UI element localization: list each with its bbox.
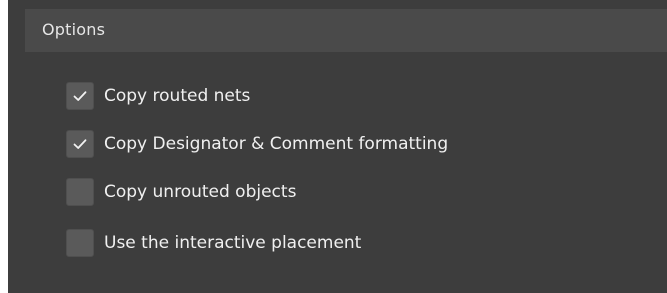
option-copy-designator-comment-formatting[interactable]: Copy Designator & Comment formatting	[66, 129, 448, 159]
copy-unrouted-objects-checkbox[interactable]	[66, 178, 94, 206]
options-panel: Options Copy routed nets Copy Designator…	[8, 0, 667, 293]
options-section-header[interactable]: Options	[25, 9, 667, 52]
copy-designator-comment-formatting-checkbox[interactable]	[66, 130, 94, 158]
copy-unrouted-objects-label: Copy unrouted objects	[104, 182, 297, 202]
section-title: Options	[42, 20, 106, 39]
option-copy-unrouted-objects[interactable]: Copy unrouted objects	[66, 177, 296, 207]
copy-routed-nets-label: Copy routed nets	[104, 86, 251, 106]
copy-designator-comment-formatting-label: Copy Designator & Comment formatting	[104, 134, 449, 154]
use-interactive-placement-label: Use the interactive placement	[104, 233, 362, 253]
option-copy-routed-nets[interactable]: Copy routed nets	[66, 81, 250, 111]
copy-routed-nets-checkbox[interactable]	[66, 82, 94, 110]
checkmark-icon	[73, 139, 87, 149]
checkmark-icon	[73, 91, 87, 101]
use-interactive-placement-checkbox[interactable]	[66, 229, 94, 257]
option-use-interactive-placement[interactable]: Use the interactive placement	[66, 228, 361, 258]
